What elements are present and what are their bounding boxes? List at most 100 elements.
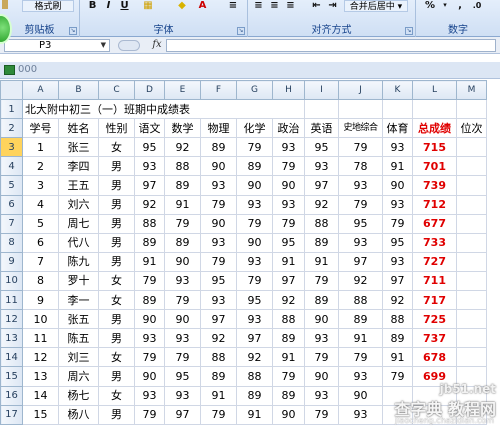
table-cell[interactable]: 91 bbox=[272, 347, 305, 368]
column-header-l[interactable]: L bbox=[412, 80, 457, 101]
header-cell[interactable]: 体育 bbox=[382, 118, 413, 139]
table-cell[interactable]: 88 bbox=[164, 156, 201, 177]
table-cell[interactable]: 93 bbox=[200, 232, 237, 253]
table-cell[interactable]: 90 bbox=[382, 175, 413, 196]
table-cell[interactable]: 95 bbox=[134, 137, 165, 158]
table-cell[interactable]: 89 bbox=[200, 137, 237, 158]
worksheet-grid[interactable]: A B C D E F G H I J K L M 1 北大附中初三（一）班期中成绩表 2 学号 姓名 性别 语文 数学… bbox=[0, 80, 500, 428]
table-cell[interactable]: 78 bbox=[338, 156, 383, 177]
table-cell[interactable]: 89 bbox=[236, 385, 273, 406]
cell[interactable] bbox=[382, 99, 413, 120]
table-cell[interactable]: 79 bbox=[236, 270, 273, 292]
table-cell[interactable]: 92 bbox=[338, 270, 383, 292]
paste-icon[interactable] bbox=[2, 0, 8, 9]
borders-icon[interactable]: ▦ bbox=[142, 0, 154, 11]
table-cell[interactable]: 杨七 bbox=[58, 385, 99, 406]
table-cell[interactable]: 10 bbox=[22, 309, 59, 330]
table-cell[interactable]: 88 bbox=[236, 366, 273, 387]
table-cell[interactable]: 93 bbox=[134, 328, 165, 349]
table-cell[interactable] bbox=[456, 270, 487, 292]
table-cell[interactable]: 男 bbox=[98, 251, 135, 272]
table-cell[interactable]: 95 bbox=[272, 232, 305, 253]
table-cell[interactable]: 89 bbox=[164, 232, 201, 253]
table-cell[interactable]: 92 bbox=[164, 137, 201, 158]
table-cell[interactable] bbox=[456, 156, 487, 177]
table-cell[interactable] bbox=[456, 309, 487, 330]
table-cell[interactable]: 91 bbox=[338, 328, 383, 349]
table-cell[interactable]: 15 bbox=[22, 404, 59, 425]
alignment-launcher-icon[interactable]: ↘ bbox=[405, 27, 413, 35]
row-header[interactable]: 7 bbox=[0, 213, 23, 234]
header-cell[interactable]: 语文 bbox=[134, 118, 165, 139]
table-cell[interactable]: 女 bbox=[98, 270, 135, 292]
row-header[interactable]: 15 bbox=[0, 366, 23, 387]
table-cell[interactable]: 93 bbox=[200, 175, 237, 196]
table-cell[interactable]: 90 bbox=[200, 156, 237, 177]
table-cell[interactable] bbox=[456, 175, 487, 196]
table-cell[interactable]: 93 bbox=[304, 328, 339, 349]
column-header-j[interactable]: J bbox=[338, 80, 383, 101]
clipboard-launcher-icon[interactable]: ↘ bbox=[69, 27, 77, 35]
merge-center-button[interactable]: 合并后居中 ▾ bbox=[344, 0, 408, 12]
table-cell[interactable]: 89 bbox=[338, 309, 383, 330]
table-cell[interactable]: 79 bbox=[338, 194, 383, 215]
header-cell[interactable]: 总成绩 bbox=[412, 118, 457, 139]
table-cell[interactable]: 91 bbox=[164, 194, 201, 215]
table-cell[interactable]: 男 bbox=[98, 213, 135, 234]
table-cell[interactable]: 92 bbox=[134, 194, 165, 215]
table-cell[interactable]: 79 bbox=[200, 404, 237, 425]
font-color-button[interactable]: A bbox=[196, 0, 209, 11]
column-header-b[interactable]: B bbox=[58, 80, 99, 101]
table-cell[interactable]: 79 bbox=[338, 347, 383, 368]
table-cell[interactable]: 79 bbox=[272, 213, 305, 234]
table-cell[interactable]: 97 bbox=[382, 270, 413, 292]
table-cell[interactable]: 93 bbox=[236, 309, 273, 330]
table-cell[interactable]: 79 bbox=[134, 347, 165, 368]
table-cell[interactable] bbox=[456, 328, 487, 349]
table-cell[interactable]: 杨八 bbox=[58, 404, 99, 425]
row-header[interactable]: 2 bbox=[0, 118, 23, 139]
table-cell[interactable]: 79 bbox=[236, 213, 273, 234]
table-cell[interactable]: 罗十 bbox=[58, 270, 99, 292]
table-cell[interactable]: 89 bbox=[200, 366, 237, 387]
align-right-icon[interactable]: ≡ bbox=[284, 0, 297, 11]
table-cell[interactable]: 95 bbox=[382, 232, 413, 253]
table-cell[interactable]: 97 bbox=[200, 309, 237, 330]
table-cell[interactable]: 97 bbox=[338, 251, 383, 272]
table-cell[interactable]: 91 bbox=[382, 156, 413, 177]
row-header[interactable]: 8 bbox=[0, 232, 23, 253]
table-cell[interactable]: 1 bbox=[22, 137, 59, 158]
table-cell[interactable]: 91 bbox=[134, 251, 165, 272]
table-cell[interactable]: 89 bbox=[272, 328, 305, 349]
header-cell[interactable]: 物理 bbox=[200, 118, 237, 139]
table-cell[interactable]: 93 bbox=[200, 290, 237, 311]
comma-style-icon[interactable]: , bbox=[454, 0, 466, 11]
percent-button[interactable]: % bbox=[422, 0, 438, 11]
percent-dropdown-icon[interactable]: ▾ bbox=[440, 0, 450, 11]
table-cell[interactable]: 5 bbox=[22, 213, 59, 234]
bold-button[interactable]: B bbox=[86, 0, 99, 11]
table-cell[interactable]: 91 bbox=[382, 347, 413, 368]
table-cell[interactable]: 717 bbox=[412, 290, 457, 311]
table-cell[interactable]: 6 bbox=[22, 232, 59, 253]
row-header[interactable]: 11 bbox=[0, 290, 23, 311]
column-header-k[interactable]: K bbox=[382, 80, 413, 101]
table-cell[interactable]: 90 bbox=[304, 366, 339, 387]
table-cell[interactable]: 男 bbox=[98, 328, 135, 349]
cell[interactable] bbox=[338, 99, 383, 120]
table-cell[interactable]: 9 bbox=[22, 290, 59, 311]
cell[interactable] bbox=[304, 99, 339, 120]
table-cell[interactable]: 90 bbox=[236, 232, 273, 253]
table-cell[interactable]: 733 bbox=[412, 232, 457, 253]
table-cell[interactable]: 79 bbox=[382, 213, 413, 234]
table-cell[interactable]: 91 bbox=[236, 404, 273, 425]
table-cell[interactable]: 92 bbox=[382, 290, 413, 311]
column-header-d[interactable]: D bbox=[134, 80, 165, 101]
header-cell[interactable]: 史地综合 bbox=[338, 118, 383, 139]
table-cell[interactable]: 男 bbox=[98, 404, 135, 425]
header-cell[interactable]: 数学 bbox=[164, 118, 201, 139]
table-cell[interactable]: 93 bbox=[338, 232, 383, 253]
table-cell[interactable]: 90 bbox=[134, 309, 165, 330]
header-cell[interactable]: 英语 bbox=[304, 118, 339, 139]
row-header[interactable]: 4 bbox=[0, 156, 23, 177]
